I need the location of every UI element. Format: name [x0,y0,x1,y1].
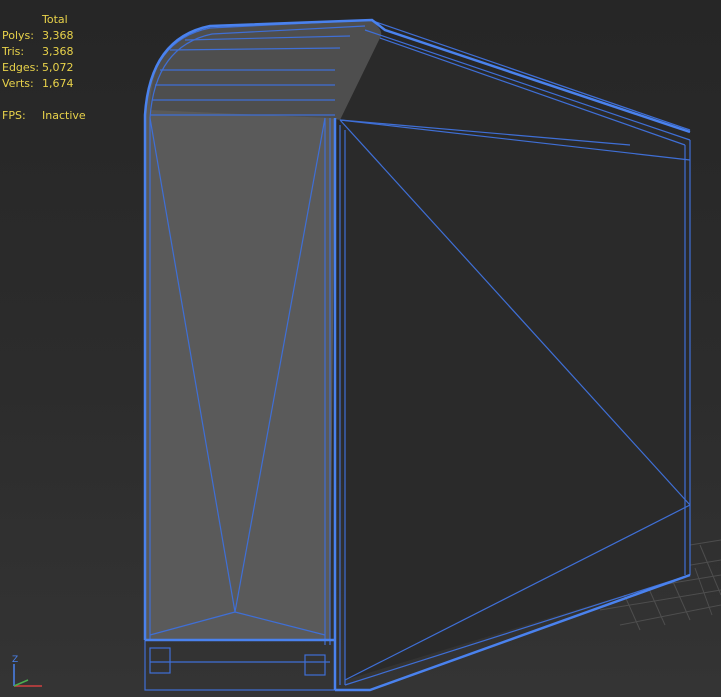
polys-label: Polys: [2,29,34,42]
wireframe-model-render[interactable] [0,0,721,697]
tris-label: Tris: [2,45,25,58]
stats-spacer [2,92,102,108]
viewport-statistics-overlay: Total Polys: 3,368 Tris: 3,368 Edges: 5,… [2,12,102,124]
verts-value: 1,674 [42,77,74,90]
stats-row-tris: Tris: 3,368 [2,44,102,60]
stats-row-fps: FPS: Inactive [2,108,102,124]
edges-label: Edges: [2,61,40,74]
polys-value: 3,368 [42,29,74,42]
stats-header: Total [42,13,68,26]
edges-value: 5,072 [42,61,74,74]
fps-value: Inactive [42,109,86,122]
verts-label: Verts: [2,77,34,90]
stats-row-edges: Edges: 5,072 [2,60,102,76]
tris-value: 3,368 [42,45,74,58]
gizmo-z-label: Z [12,655,18,665]
stats-row-polys: Polys: 3,368 [2,28,102,44]
stats-row-verts: Verts: 1,674 [2,76,102,92]
axis-tripod-icon: Z [12,655,42,687]
viewport-perspective[interactable]: Total Polys: 3,368 Tris: 3,368 Edges: 5,… [0,0,721,697]
fps-label: FPS: [2,109,26,122]
front-panel-face [145,26,338,640]
y-axis-line [13,679,29,687]
side-panel-face [340,38,690,680]
